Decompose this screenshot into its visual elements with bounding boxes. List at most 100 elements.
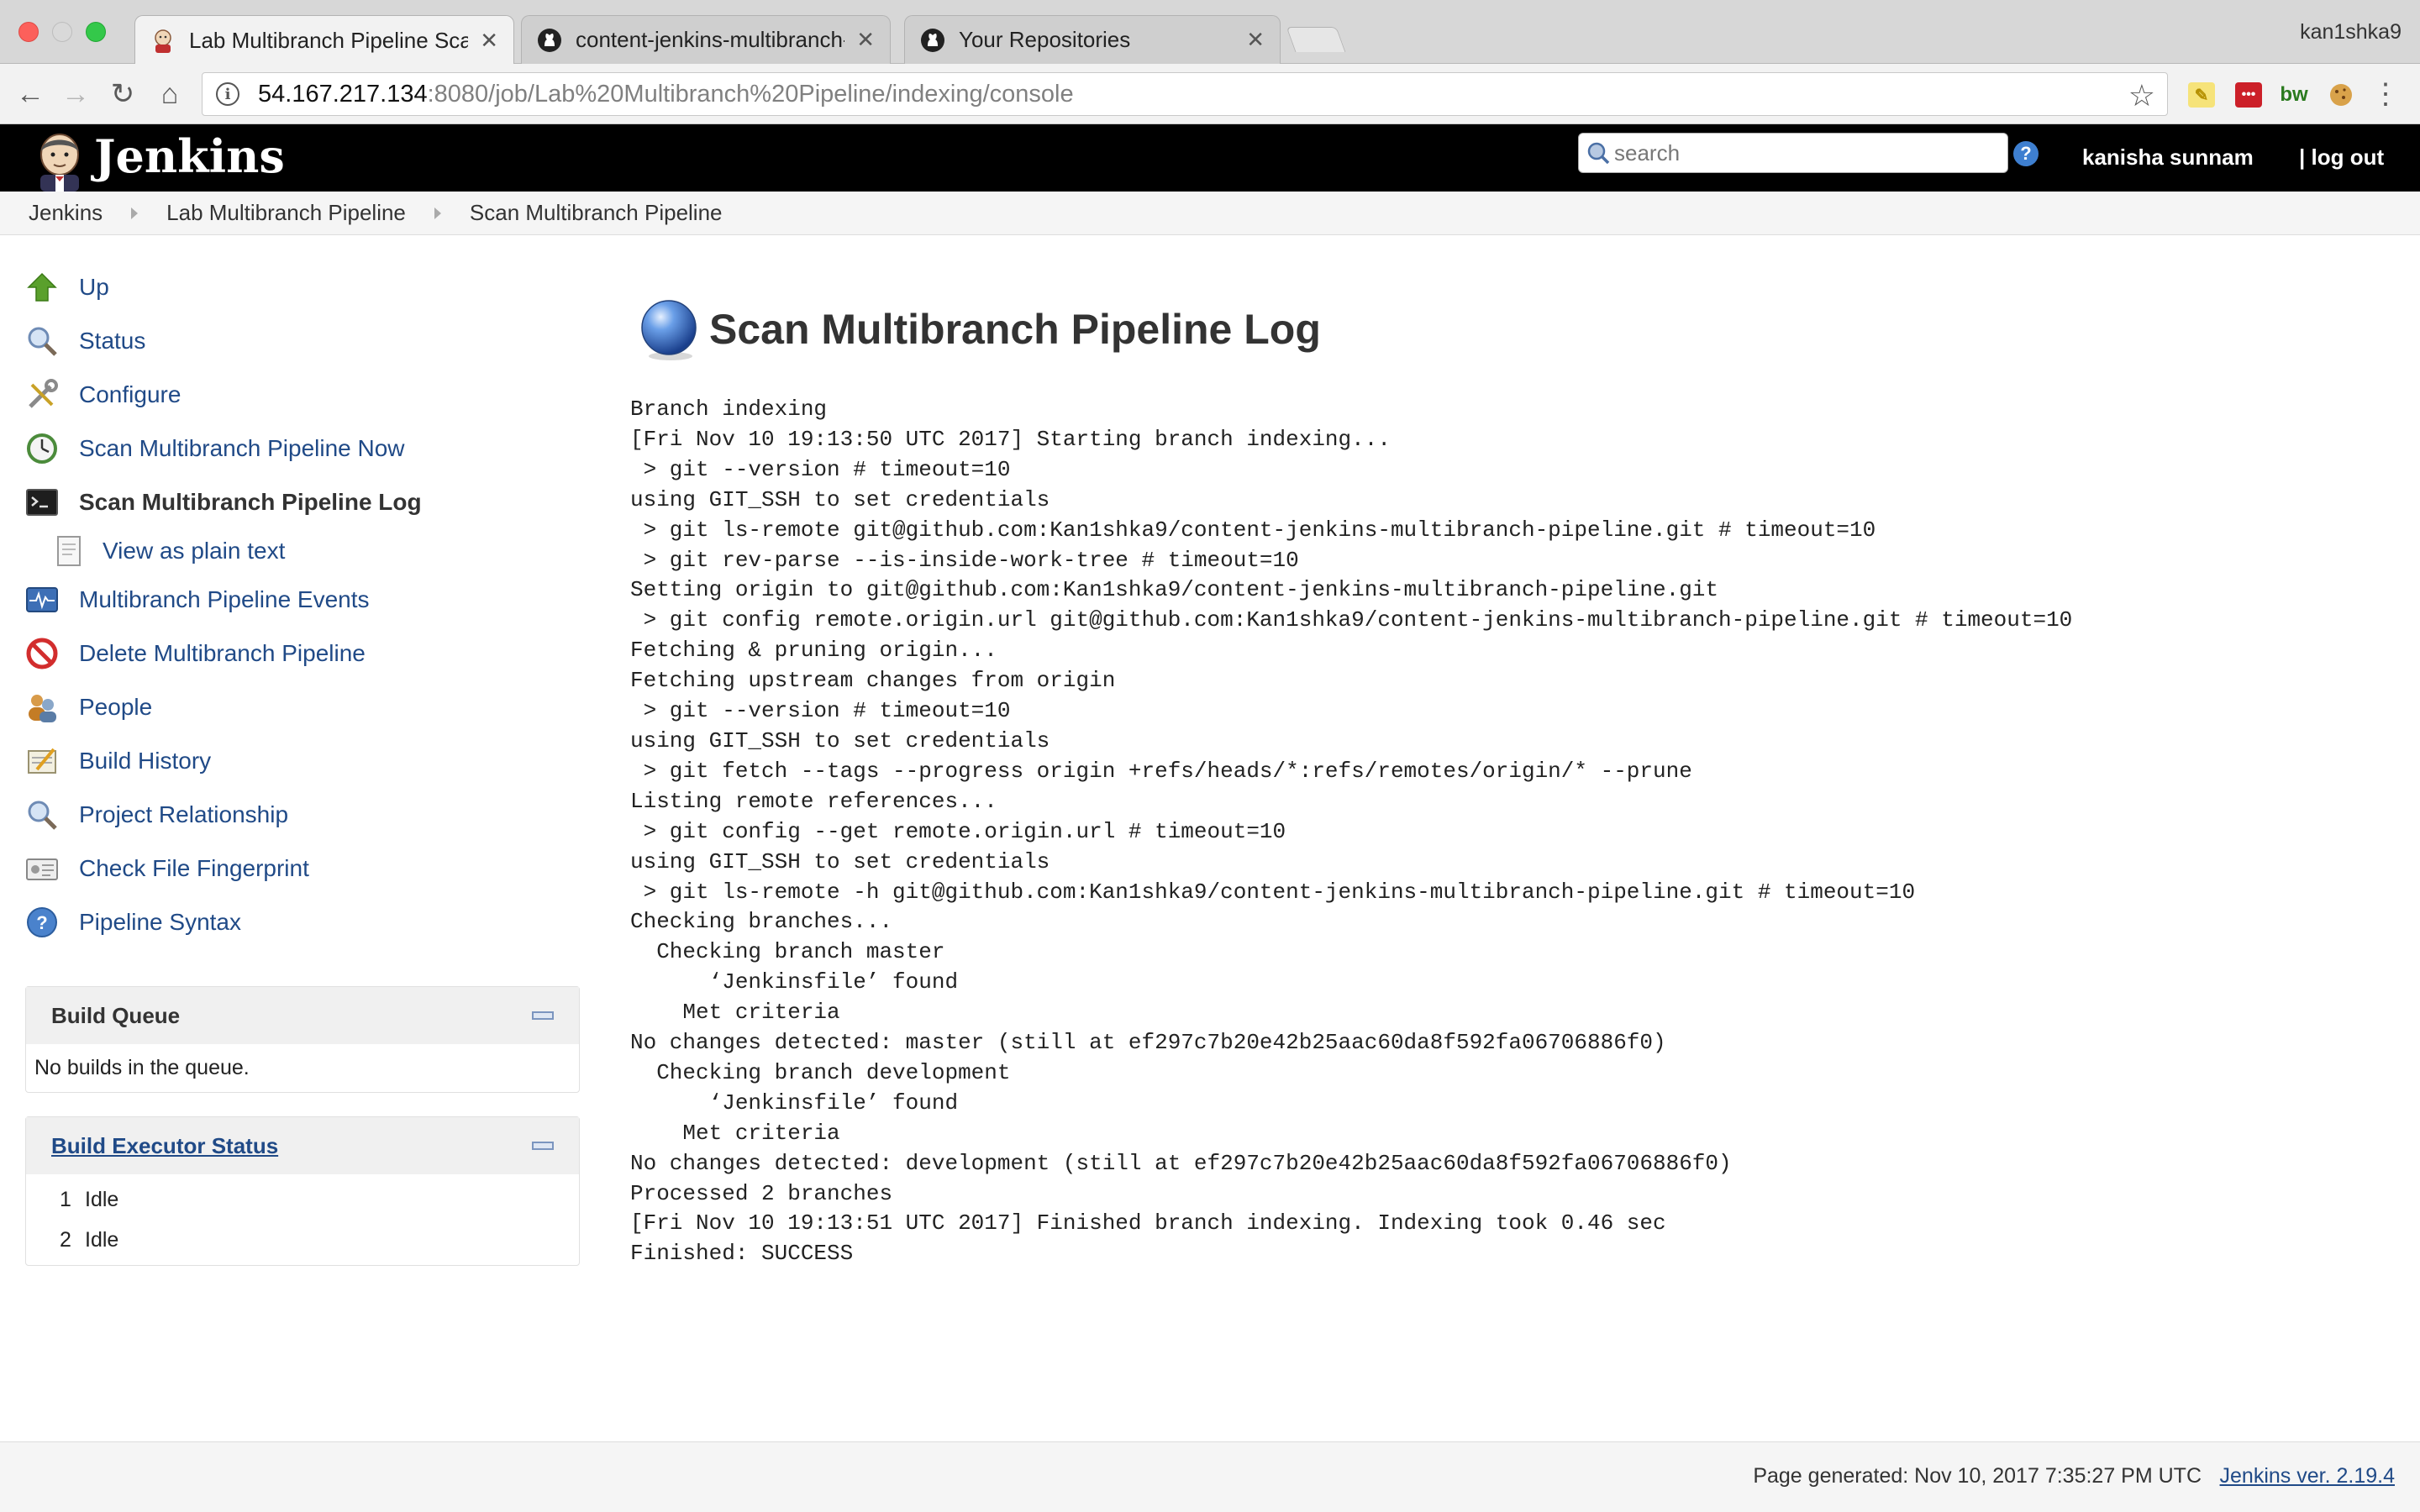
console-line: No changes detected: master (still at ef… [630, 1030, 1666, 1056]
console-line: > git --version # timeout=10 [630, 698, 1011, 724]
console-line: Branch indexing [630, 396, 828, 422]
breadcrumb-scan-multibranch-pipeline[interactable]: Scan Multibranch Pipeline [441, 200, 751, 226]
new-tab-button[interactable] [1286, 27, 1346, 52]
task-pipeline-syntax[interactable]: ? Pipeline Syntax [25, 895, 580, 949]
task-configure[interactable]: Configure [25, 368, 580, 422]
magnifier-icon [28, 801, 57, 830]
jenkins-butler-logo[interactable] [30, 129, 89, 192]
build-executor-header: Build Executor Status [26, 1117, 579, 1174]
task-project-relationship[interactable]: Project Relationship [25, 788, 580, 842]
console-line: Finished: SUCCESS [630, 1241, 854, 1267]
jenkins-brand-title[interactable]: Jenkins [94, 129, 285, 183]
console-line: ‘Jenkinsfile’ found [630, 969, 959, 995]
collapse-icon[interactable] [532, 1011, 554, 1020]
github-favicon-icon [538, 28, 561, 52]
tab-close-icon[interactable]: ✕ [856, 27, 875, 53]
up-arrow-icon [27, 272, 57, 302]
task-label: Check File Fingerprint [79, 855, 309, 881]
console-line: Checking branches... [630, 909, 893, 935]
tab-close-icon[interactable]: ✕ [1246, 27, 1265, 53]
window-minimize-button[interactable] [52, 22, 72, 42]
user-name-link[interactable]: kanisha sunnam [2082, 144, 2254, 171]
task-scan-now[interactable]: Scan Multibranch Pipeline Now [25, 422, 580, 475]
console-line: using GIT_SSH to set credentials [630, 848, 1050, 874]
collapse-icon[interactable] [532, 1142, 554, 1150]
logout-label: log out [2311, 144, 2385, 170]
tab-title: content-jenkins-multibranch-p [576, 27, 845, 52]
build-executor-status-link[interactable]: Build Executor Status [51, 1133, 278, 1159]
browser-tab-bar: Lab Multibranch Pipeline Scan ✕ content-… [0, 0, 2420, 65]
breadcrumb-jenkins[interactable]: Jenkins [0, 200, 131, 226]
reload-icon[interactable]: ↻ [104, 76, 141, 113]
task-status[interactable]: Status [25, 314, 580, 368]
task-label: Configure [79, 381, 182, 407]
jenkins-header: Jenkins ? kanisha sunnam | log out [0, 124, 2420, 192]
task-up[interactable]: Up [25, 260, 580, 314]
console-line: ‘Jenkinsfile’ found [630, 1089, 959, 1116]
executor-status: Idle [85, 1187, 119, 1211]
breadcrumb-chevron-icon[interactable] [434, 207, 441, 219]
browser-profile-name[interactable]: kan1shka9 [2300, 20, 2402, 45]
breadcrumb-chevron-icon[interactable] [131, 207, 139, 219]
task-view-plain-text[interactable]: View as plain text [25, 529, 580, 573]
task-label: Pipeline Syntax [79, 909, 242, 935]
jenkins-version-link[interactable]: Jenkins ver. 2.19.4 [2220, 1464, 2395, 1488]
console-line: > git rev-parse --is-inside-work-tree # … [630, 547, 1299, 573]
clock-refresh-icon [27, 433, 57, 464]
console-line: > git ls-remote -h git@github.com:Kan1sh… [630, 879, 1916, 905]
page-heading: Scan Multibranch Pipeline Log [630, 294, 2395, 365]
bookmark-star-icon[interactable]: ☆ [2128, 78, 2155, 113]
console-line: > git config remote.origin.url git@githu… [630, 607, 2073, 633]
task-label: People [79, 694, 153, 720]
logout-link[interactable]: | log out [2299, 144, 2384, 171]
tab-close-icon[interactable]: ✕ [480, 28, 498, 54]
task-check-fingerprint[interactable]: Check File Fingerprint [25, 842, 580, 895]
cookie-extension-icon[interactable] [2328, 82, 2354, 108]
page-footer: Page generated: Nov 10, 2017 7:35:27 PM … [0, 1441, 2420, 1512]
document-icon [57, 536, 81, 566]
console-line: [Fri Nov 10 19:13:51 UTC 2017] Finished … [630, 1210, 1666, 1236]
console-line: Processed 2 branches [630, 1180, 893, 1206]
task-build-history[interactable]: Build History [25, 734, 580, 788]
url-text[interactable]: 54.167.217.134:8080/job/Lab%20Multibranc… [258, 81, 1074, 108]
browser-tab-github-repo[interactable]: content-jenkins-multibranch-p ✕ [521, 15, 891, 64]
page-title: Scan Multibranch Pipeline Log [709, 306, 1321, 353]
side-panel: Up Status Configure Scan Multibranch Pip… [25, 260, 580, 1266]
sticky-note-extension-icon[interactable]: ✎ [2188, 82, 2215, 108]
console-line: Met criteria [630, 1000, 840, 1026]
search-input[interactable] [1614, 139, 1984, 166]
tab-title: Lab Multibranch Pipeline Scan [189, 27, 469, 53]
site-info-icon[interactable]: i [216, 82, 239, 106]
browser-tab-jenkins[interactable]: Lab Multibranch Pipeline Scan ✕ [134, 15, 514, 65]
console-line: > git fetch --tags --progress origin +re… [630, 758, 1692, 784]
executor-number: 1 [60, 1187, 71, 1211]
no-entry-icon [26, 638, 58, 669]
back-arrow-icon[interactable]: ← [12, 76, 49, 113]
breadcrumb-lab-multibranch-pipeline[interactable]: Lab Multibranch Pipeline [138, 200, 434, 226]
console-line: Checking branch master [630, 939, 945, 965]
task-delete-pipeline[interactable]: Delete Multibranch Pipeline [25, 627, 580, 680]
task-label: Project Relationship [79, 801, 289, 827]
build-queue-body: No builds in the queue. [26, 1044, 579, 1092]
terminal-icon [26, 489, 58, 516]
window-zoom-button[interactable] [86, 22, 106, 42]
browser-menu-icon[interactable]: ⋮ [2371, 77, 2400, 111]
home-icon[interactable]: ⌂ [151, 76, 188, 113]
lastpass-extension-icon[interactable]: ••• [2235, 82, 2262, 108]
executor-number: 2 [60, 1227, 71, 1252]
task-people[interactable]: People [25, 680, 580, 734]
console-line: Fetching & pruning origin... [630, 638, 997, 664]
task-scan-log[interactable]: Scan Multibranch Pipeline Log [25, 475, 580, 529]
search-help-icon[interactable]: ? [2013, 141, 2039, 166]
task-label: Scan Multibranch Pipeline Log [79, 489, 422, 515]
executor-row: 2 Idle [34, 1220, 571, 1260]
console-line: using GIT_SSH to set credentials [630, 727, 1050, 753]
browser-tab-your-repositories[interactable]: Your Repositories ✕ [904, 15, 1281, 64]
forward-arrow-icon[interactable]: → [57, 76, 94, 113]
address-bar[interactable]: i 54.167.217.134:8080/job/Lab%20Multibra… [202, 72, 2168, 116]
wrench-screwdriver-icon [29, 379, 58, 408]
window-close-button[interactable] [18, 22, 39, 42]
bw-extension-icon[interactable]: bw [2280, 82, 2307, 108]
build-executor-pane: Build Executor Status 1 Idle 2 Idle [25, 1116, 580, 1266]
task-pipeline-events[interactable]: Multibranch Pipeline Events [25, 573, 580, 627]
